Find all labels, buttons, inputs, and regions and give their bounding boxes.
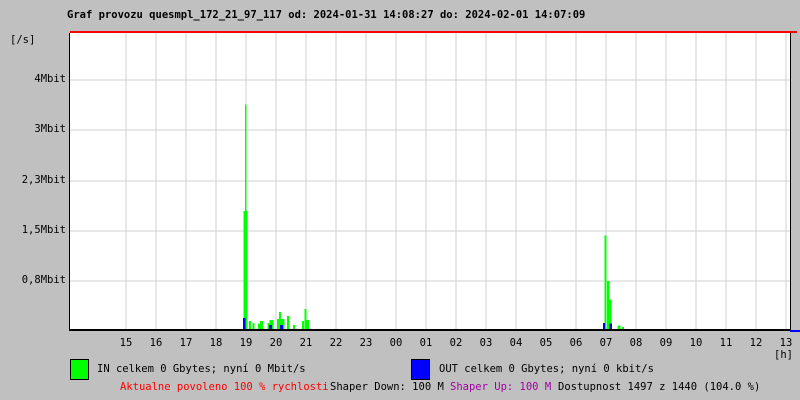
x-axis-tick-label: 17 [179,337,193,349]
x-axis-tick-label: 19 [239,337,253,349]
in-traffic-bar [302,321,305,329]
traffic-graph-page: { "title": "Graf provozu quesmpl_172_21_… [0,0,800,400]
in-traffic-bar [606,280,610,329]
plot-area [69,33,791,331]
allowed-speed-text: Aktualne povoleno 100 % rychlosti [120,381,329,393]
in-traffic-bar [621,327,624,329]
out-legend-swatch [411,359,430,380]
in-traffic-bar [604,235,607,329]
bottom-right-blue-mark [790,330,800,332]
in-traffic-bar [304,309,307,329]
x-axis-tick-label: 11 [719,337,733,349]
out-traffic-bar [269,325,273,329]
shaper-down-text: Shaper Down: 100 M [330,381,444,393]
y-axis-tick-label: 2,3Mbit [21,174,66,186]
x-axis-tick-label: 16 [149,337,163,349]
in-traffic-bar [258,323,260,329]
out-traffic-bar [279,325,283,329]
in-traffic-bar [287,315,290,329]
in-legend-swatch [70,359,89,380]
in-traffic-bar [252,323,255,329]
out-legend-label: OUT celkem 0 Gbytes; nyní 0 kbit/s [439,363,654,375]
x-axis-tick-label: 12 [749,337,763,349]
x-axis-tick-label: 13 [779,337,793,349]
x-axis-tick-label: 02 [449,337,463,349]
page-title: Graf provozu quesmpl_172_21_97_117 od: 2… [67,9,586,21]
in-legend-label: IN celkem 0 Gbytes; nyní 0 Mbit/s [97,363,306,375]
x-axis-tick-label: 15 [119,337,133,349]
x-axis-unit-label: [h] [774,349,793,361]
x-axis-tick-label: 23 [359,337,373,349]
x-axis-tick-label: 22 [329,337,343,349]
in-traffic-bar [276,319,279,329]
in-traffic-bar [249,321,251,329]
in-traffic-bar [293,325,296,329]
x-axis-labels: 15 16 17 18 19 20 21 22 23 00 01 02 03 04 05 06 07 08 09 10… [70,338,798,350]
in-traffic-bar [617,325,621,329]
y-axis-tick-label: 4Mbit [34,73,66,85]
x-axis-tick-label: 03 [479,337,493,349]
y-axis-unit-label: [/s] [10,34,36,46]
y-axis-tick-label: 1,5Mbit [21,224,66,236]
in-traffic-bar [245,104,247,329]
x-axis-tick-label: 07 [599,337,613,349]
shaper-up-text: Shaper Up: 100 M [450,381,552,393]
x-axis-tick-label: 10 [689,337,703,349]
out-traffic-bar [609,323,613,329]
x-axis-tick-label: 20 [269,337,283,349]
x-axis-tick-label: 08 [629,337,643,349]
x-axis-tick-label: 00 [389,337,403,349]
x-axis-tick-label: 06 [569,337,583,349]
in-traffic-bar [260,321,264,329]
out-traffic-bar [603,323,605,329]
x-axis-tick-label: 09 [659,337,673,349]
x-axis-tick-label: 04 [509,337,523,349]
traffic-chart [70,33,790,329]
in-traffic-bar [306,319,310,329]
availability-text: Dostupnost 1497 z 1440 (104.0 %) [558,381,761,393]
x-axis-tick-label: 18 [209,337,223,349]
y-axis-tick-label: 0,8Mbit [21,274,66,286]
x-axis-tick-label: 05 [539,337,553,349]
y-axis-tick-label: 3Mbit [34,123,66,135]
out-traffic-bar [243,317,246,329]
x-axis-tick-label: 21 [299,337,313,349]
x-axis-tick-label: 01 [419,337,433,349]
